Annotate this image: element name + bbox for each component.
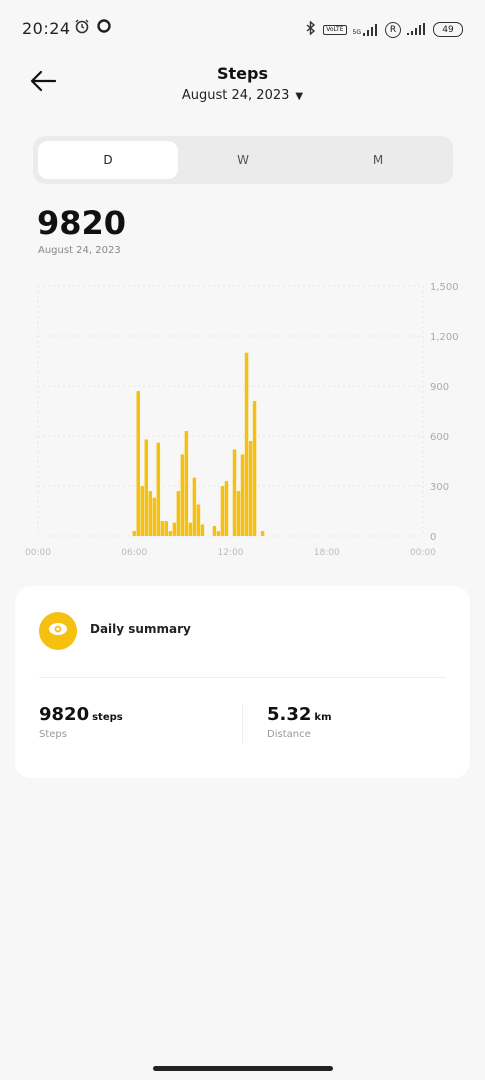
y-tick-label: 900: [430, 382, 449, 393]
signal-icon: 5G: [352, 23, 379, 36]
chart-bar: [152, 497, 157, 536]
y-tick-label: 300: [430, 482, 449, 493]
chart-bar: [172, 522, 177, 536]
chart-bar: [196, 504, 201, 536]
tab-month[interactable]: M: [308, 141, 448, 179]
chart-bar: [248, 441, 253, 536]
chart-bar: [168, 531, 173, 536]
chart-bar: [244, 352, 249, 536]
signal-icon-2: [407, 20, 427, 39]
chart-bar: [252, 401, 257, 536]
battery-level: 49: [442, 24, 454, 35]
roaming-icon: R: [385, 21, 401, 38]
status-bar: 20:24 VoLTE 5G R 49: [0, 0, 485, 60]
chart-bar: [232, 449, 237, 536]
volte-badge: VoLTE: [323, 24, 347, 35]
chart-bar: [136, 391, 141, 536]
chart-bar: [212, 526, 217, 536]
steps-bar-chart: 0 300 600 900 1,200 1,500 00:00 06:00 12:00 18:00…: [25, 282, 459, 558]
chart-bar: [224, 481, 229, 536]
chart-bar: [140, 486, 145, 536]
battery-icon: 49: [433, 22, 463, 37]
y-tick-label: 1,500: [430, 282, 459, 293]
distance-unit: km: [314, 712, 332, 723]
steps-metric: 9820 steps Steps: [39, 704, 123, 740]
x-tick-label: 12:00: [218, 548, 244, 558]
y-tick-label: 1,200: [430, 332, 459, 343]
eye-icon: [47, 621, 69, 641]
chart-bar: [164, 521, 169, 536]
period-tabs: D W M: [33, 136, 453, 184]
chart-bar: [188, 522, 193, 536]
x-tick-label: 06:00: [121, 548, 147, 558]
tab-week[interactable]: W: [173, 141, 313, 179]
distance-label: Distance: [267, 729, 311, 740]
distance-metric: 5.32 km Distance: [267, 704, 332, 740]
chart-bar: [216, 531, 221, 536]
y-tick-label: 600: [430, 432, 449, 443]
chart-bar: [176, 491, 181, 536]
chart-bar: [260, 531, 265, 536]
x-tick-label: 18:00: [314, 548, 340, 558]
chart-bar: [220, 486, 225, 536]
bluetooth-icon: [305, 20, 317, 39]
header: Steps August 24, 2023 ▼: [0, 60, 485, 120]
page-title: Steps: [217, 64, 268, 83]
y-tick-label: 0: [430, 532, 436, 543]
caret-down-icon: ▼: [295, 91, 304, 102]
daily-summary-card[interactable]: Daily summary 9820 steps Steps 5.32 km Dis…: [15, 586, 470, 778]
x-tick-label: 00:00: [410, 548, 436, 558]
distance-value: 5.32: [267, 704, 312, 725]
chart-bar: [184, 431, 189, 536]
summary-badge: [39, 612, 77, 650]
steps-unit: steps: [92, 712, 123, 723]
record-icon: [96, 18, 112, 38]
steps-label: Steps: [39, 729, 67, 740]
tab-day[interactable]: D: [38, 141, 178, 179]
network-tag: 5G: [352, 28, 361, 36]
status-time: 20:24: [22, 19, 71, 38]
total-steps-date: August 24, 2023: [38, 245, 121, 256]
total-steps-value: 9820: [37, 204, 127, 242]
date-selector-label: August 24, 2023: [181, 88, 290, 103]
chart-bar: [236, 491, 241, 536]
steps-value: 9820: [39, 704, 90, 725]
chart-bar: [156, 442, 161, 536]
chart-bar: [192, 477, 197, 536]
chart-bar: [160, 521, 165, 536]
date-selector[interactable]: August 24, 2023 ▼: [0, 88, 485, 103]
home-indicator[interactable]: [153, 1066, 333, 1071]
chart-bar: [200, 524, 205, 536]
metric-divider: [242, 704, 243, 744]
chart-bar: [148, 491, 153, 536]
summary-title: Daily summary: [90, 622, 191, 636]
chart-bar: [144, 439, 149, 536]
chart-bar: [132, 531, 136, 536]
chart-bar: [240, 454, 245, 536]
x-tick-label: 00:00: [25, 548, 51, 558]
divider: [39, 677, 446, 678]
alarm-icon: [74, 18, 90, 38]
chart-bar: [180, 454, 185, 536]
